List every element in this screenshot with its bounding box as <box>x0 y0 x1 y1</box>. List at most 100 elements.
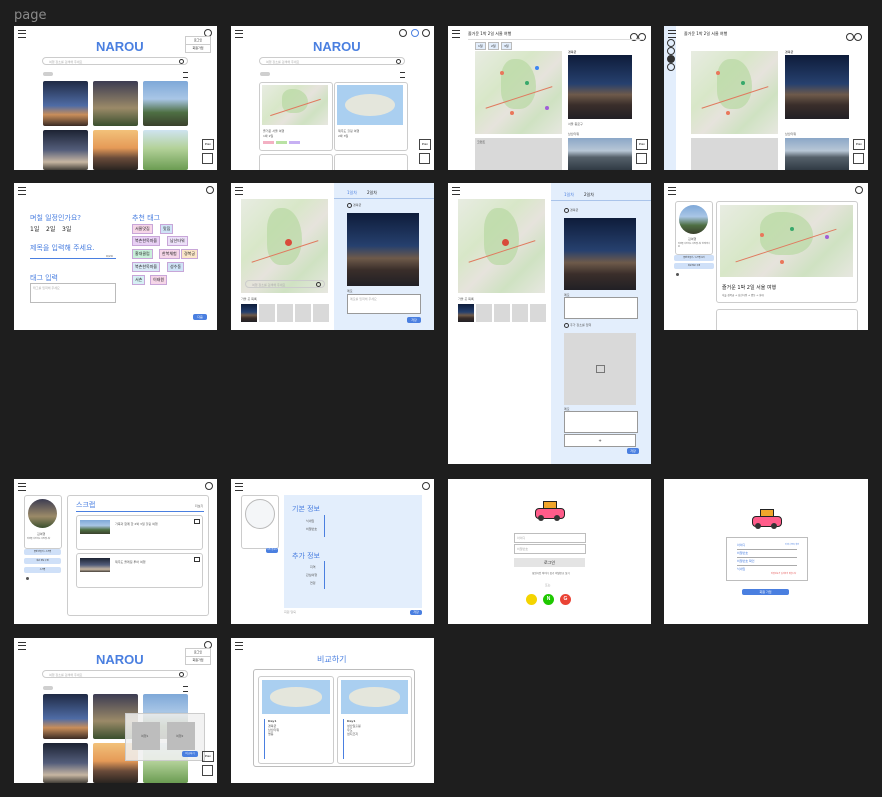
route-map[interactable] <box>691 51 778 134</box>
list-slot[interactable] <box>277 304 293 322</box>
search-icon[interactable] <box>667 47 675 55</box>
menu-icon[interactable] <box>18 642 26 650</box>
memo-input[interactable] <box>564 297 638 319</box>
plan-button[interactable]: Plan <box>202 751 214 762</box>
menu-icon[interactable] <box>235 187 243 195</box>
tag-chip[interactable]: 한복체험 <box>159 249 180 259</box>
signup-side-button[interactable]: 회원가입 <box>185 44 211 53</box>
plan-card[interactable]: 즐거운 서울 여행 1박 2일 <box>259 82 333 151</box>
trip-card[interactable] <box>716 309 858 330</box>
plan-button[interactable]: Plan <box>853 139 865 150</box>
profile-icon[interactable] <box>205 482 213 490</box>
plan-map[interactable] <box>241 199 328 293</box>
profile-icon[interactable] <box>422 482 430 490</box>
write-icon[interactable] <box>853 153 864 164</box>
tag-chip[interactable]: 서촌 <box>132 275 146 285</box>
scrap-item[interactable]: 제주도 올레길 투어 여행 <box>76 553 203 588</box>
feed-photo[interactable] <box>93 130 138 170</box>
search-icon[interactable] <box>396 59 401 64</box>
save-button[interactable]: 저장 <box>410 610 422 615</box>
plan-card[interactable] <box>259 154 333 170</box>
search-icon[interactable] <box>316 282 321 287</box>
list-slot[interactable] <box>494 304 510 322</box>
write-icon[interactable] <box>419 153 430 164</box>
kakao-login-icon[interactable] <box>526 594 537 605</box>
share-icon[interactable] <box>854 33 862 41</box>
list-thumb[interactable] <box>458 304 474 322</box>
save-button[interactable]: 저장 <box>407 317 421 323</box>
plan-card[interactable] <box>334 154 408 170</box>
day-option[interactable]: 3일 <box>62 224 71 233</box>
photo-placeholder[interactable] <box>564 333 636 405</box>
edit-profile-button[interactable]: 회원 정보 수정 <box>674 263 714 269</box>
day-tab[interactable]: 2일차 <box>367 190 377 196</box>
memo-input[interactable]: 메모를 입력해 주세요 <box>347 294 421 314</box>
edit-profile-button[interactable]: 회원 정보 수정 <box>24 558 61 564</box>
id-check-link[interactable]: 아이디 중복 확인 <box>785 543 799 546</box>
tag-chip[interactable]: 맛집 <box>160 224 174 234</box>
write-icon[interactable] <box>202 765 213 776</box>
day-tab[interactable]: 1일차 <box>347 190 357 196</box>
write-icon[interactable] <box>636 153 647 164</box>
avatar[interactable] <box>28 499 57 528</box>
list-slot[interactable] <box>259 304 275 322</box>
plan-button[interactable]: Plan <box>636 139 648 150</box>
menu-icon[interactable] <box>235 30 243 38</box>
memo-input[interactable] <box>564 411 638 433</box>
menu-icon[interactable] <box>18 30 26 38</box>
comment-icon[interactable] <box>194 519 200 524</box>
view-toggle[interactable] <box>43 686 53 690</box>
map-pin[interactable] <box>780 260 784 264</box>
home-icon[interactable] <box>667 39 675 47</box>
search-input[interactable]: 여행 장소를 검색해 주세요 <box>259 57 405 65</box>
save-button[interactable]: 저장 <box>627 448 639 454</box>
plan-button[interactable]: Plan <box>419 139 431 150</box>
avatar[interactable] <box>679 205 708 234</box>
map-pin[interactable] <box>510 111 514 115</box>
feed-photo[interactable] <box>43 81 88 126</box>
list-slot[interactable] <box>295 304 311 322</box>
day-tab[interactable]: 1일차 <box>564 192 574 198</box>
day-chip[interactable]: 1일 <box>475 42 486 50</box>
password-input[interactable]: 비밀번호 <box>514 544 586 554</box>
more-link[interactable]: 더보기 <box>195 504 203 508</box>
profile-icon[interactable] <box>206 186 214 194</box>
menu-icon[interactable] <box>668 30 676 38</box>
trip-card[interactable]: 즐거운 1박 2일 서울 여행 서울 경복궁 → 남산타워 → 명동 → 홍대 <box>716 201 858 303</box>
avatar-upload[interactable] <box>241 495 279 549</box>
map-pin[interactable] <box>825 235 829 239</box>
tag-chip[interactable]: 이태원 <box>150 275 168 285</box>
search-icon[interactable] <box>179 672 184 677</box>
auth-links[interactable]: 회원가입 아이디 찾기 비밀번호 찾기 <box>532 571 570 575</box>
list-slot[interactable] <box>530 304 546 322</box>
feed-photo[interactable] <box>43 743 88 783</box>
day-option[interactable]: 2일 <box>46 224 55 233</box>
google-login-icon[interactable]: G <box>560 594 571 605</box>
map-pin[interactable] <box>525 81 529 85</box>
feed-photo[interactable] <box>43 130 88 170</box>
menu-icon[interactable] <box>452 30 460 38</box>
next-button[interactable]: 다음 <box>193 314 207 320</box>
tag-chip[interactable]: 서울맛집 <box>132 224 153 234</box>
comment-box[interactable] <box>691 138 778 170</box>
map-pin[interactable] <box>741 81 745 85</box>
signup-submit-button[interactable]: 회원 가입 <box>742 589 789 595</box>
user-icon[interactable] <box>667 55 675 63</box>
naver-login-icon[interactable]: N <box>543 594 554 605</box>
map-pin[interactable] <box>285 239 292 246</box>
menu-icon[interactable] <box>452 187 460 195</box>
feed-photo[interactable] <box>143 81 188 126</box>
map-pin[interactable] <box>790 227 794 231</box>
plan-button[interactable]: Plan <box>202 139 214 150</box>
signup-side-button[interactable]: 회원가입 <box>185 656 211 665</box>
view-toggle[interactable] <box>43 72 53 76</box>
feed-photo[interactable] <box>43 694 88 739</box>
plan-map[interactable] <box>458 199 545 293</box>
day-tab[interactable]: 2일차 <box>584 192 594 198</box>
map-pin[interactable] <box>545 106 549 110</box>
search-input[interactable]: 여행 장소를 검색해 주세요 <box>42 670 188 678</box>
filter-icon[interactable] <box>183 72 188 78</box>
plan-scrap-button[interactable]: 플랜 만들기 / 스크랩 <box>24 549 61 555</box>
compare-button[interactable]: 비교하기 <box>182 751 198 757</box>
comment-box[interactable] <box>475 138 562 170</box>
